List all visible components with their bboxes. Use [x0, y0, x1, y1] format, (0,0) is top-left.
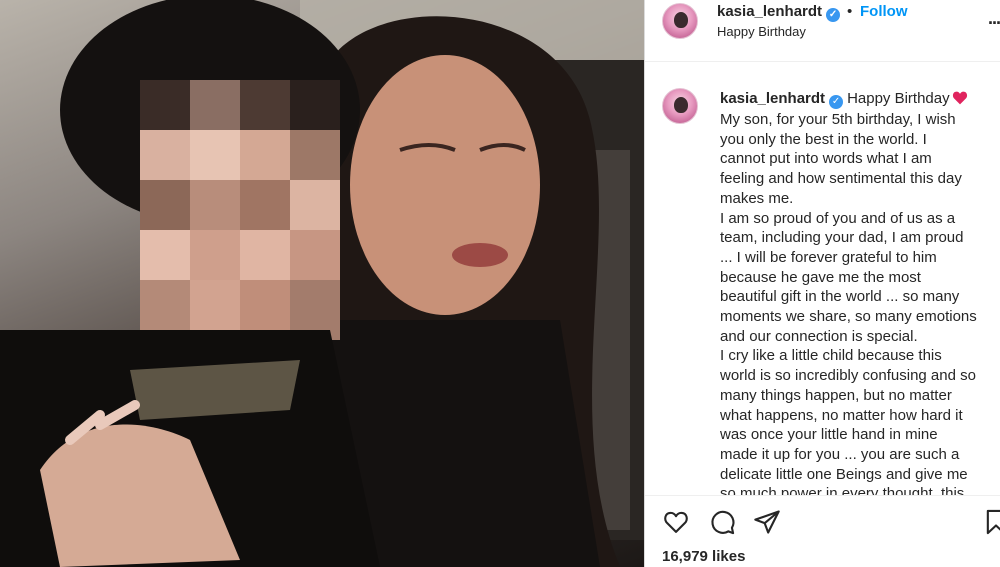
caption-line: and our connection is special. [720, 327, 918, 345]
pixelated-face [140, 80, 340, 340]
photo-illustration [0, 0, 644, 567]
caption-line: beautiful gift in the world ... so many [720, 288, 960, 306]
caption-line: so much power in every thought, this [720, 485, 965, 495]
save-button[interactable] [982, 508, 1000, 536]
caption-line: you only the best in the world. I [720, 130, 927, 148]
caption-line: world is so incredibly confusing and so [720, 367, 976, 385]
caption-line: feeling and how sentimental this day [720, 170, 962, 188]
caption-line: I am so proud of you and of us as a [720, 209, 956, 227]
post-photo[interactable] [0, 0, 644, 567]
comment-button[interactable] [708, 508, 736, 536]
follow-button[interactable]: Follow [860, 3, 908, 20]
caption-line: makes me. [720, 189, 794, 207]
caption-line: because he gave me the most [720, 268, 921, 286]
header-username[interactable]: kasia_lenhardt ✓ [717, 3, 841, 22]
caption-line: made it up for you ... you are such a [720, 445, 960, 463]
more-options-icon[interactable]: ... [988, 8, 1000, 29]
comment-icon [711, 510, 735, 535]
caption-avatar[interactable] [662, 88, 698, 124]
share-button[interactable] [753, 508, 781, 536]
post-location[interactable]: Happy Birthday [717, 24, 806, 39]
caption-title: Happy Birthday [847, 90, 950, 107]
red-heart-icon [952, 91, 967, 105]
caption-line: delicate little one Beings and give me [720, 465, 968, 483]
caption-line: what happens, no matter how hard it [720, 406, 963, 424]
share-icon [754, 510, 780, 534]
caption-line: My son, for your 5th birthday, I wish [720, 111, 956, 128]
post-header: kasia_lenhardt ✓ • Follow Happy Birthday … [645, 0, 1000, 62]
caption-line: many things happen, but no matter [720, 386, 952, 404]
verified-badge-icon: ✓ [829, 95, 844, 109]
caption-line: team, including your dad, I am proud [720, 229, 964, 247]
caption-text: My son, for your 5th birthday, I wish you… [720, 110, 1000, 495]
caption-area[interactable]: kasia_lenhardt ✓ Happy Birthday My son, fo… [645, 62, 1000, 495]
heart-icon [664, 511, 688, 533]
caption-line: I cry like a little child because this [720, 347, 942, 365]
caption-line: ... I will be forever grateful to him [720, 248, 937, 266]
bookmark-icon [986, 509, 1000, 535]
caption-header: kasia_lenhardt ✓ Happy Birthday [720, 90, 968, 109]
caption-line: was once your little hand in mine [720, 426, 938, 444]
verified-badge-icon: ✓ [826, 8, 841, 22]
separator-dot: • [847, 3, 853, 20]
caption-username[interactable]: kasia_lenhardt [720, 90, 825, 107]
like-button[interactable] [662, 508, 690, 536]
likes-count[interactable]: 16,979 likes [662, 548, 745, 565]
avatar[interactable] [662, 3, 698, 39]
caption-line: moments we share, so many emotions [720, 308, 977, 326]
post-actions: 16,979 likes [645, 495, 1000, 567]
caption-line: cannot put into words what I am [720, 150, 932, 168]
